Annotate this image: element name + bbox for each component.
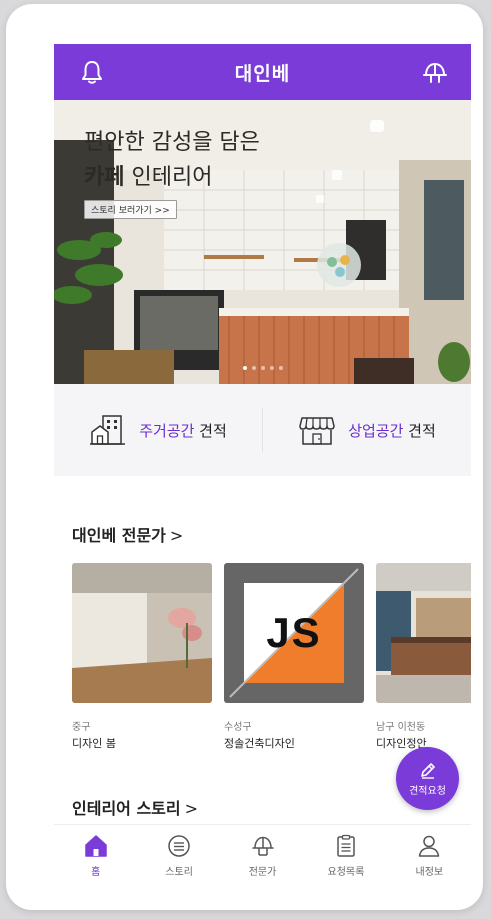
- carousel-dot[interactable]: [269, 366, 274, 370]
- room-photo: [72, 563, 212, 703]
- hero-banner[interactable]: 편안한 감성을 담은 카페 인테리어 스토리 보러가기 >>: [54, 100, 471, 384]
- storefront-icon: [299, 417, 335, 445]
- nav-experts[interactable]: 전문가: [221, 825, 304, 887]
- chevron-right-icon: >: [169, 526, 184, 545]
- expert-name: 정솔건축디자인: [224, 737, 295, 750]
- commercial-quote-button[interactable]: 상업공간 견적: [263, 384, 471, 476]
- nav-requests[interactable]: 요청목록: [304, 825, 387, 887]
- carousel-dot[interactable]: [242, 366, 247, 370]
- pencil-icon: [420, 763, 435, 779]
- bell-icon[interactable]: [78, 58, 106, 86]
- commercial-quote-rest: 견적: [403, 421, 436, 440]
- expert-card[interactable]: 남구 이천동 디자인정안: [376, 563, 471, 751]
- house-building-icon: [90, 415, 126, 445]
- banner-line2: 카페 인테리어: [84, 160, 260, 195]
- clipboard-icon: [337, 834, 355, 857]
- commercial-quote-label: 상업공간 견적: [348, 420, 436, 441]
- expert-area: 남구 이천동: [376, 722, 426, 733]
- commercial-quote-accent: 상업공간: [348, 421, 404, 440]
- bottom-nav: 홈 스토리 전문가 요청목록 내정보: [54, 824, 471, 887]
- js-logo-text: JS: [266, 609, 322, 656]
- app-screen: 대인베 편안한 감성을 담은 카페 인테리어 스토리 보러가기 >> 주거공간 …: [54, 44, 471, 887]
- carousel-dot[interactable]: [260, 366, 265, 370]
- reception-photo: [376, 563, 471, 703]
- carousel-dot[interactable]: [278, 366, 283, 370]
- nav-label: 내정보: [415, 867, 444, 878]
- expert-thumbnail: [376, 563, 471, 703]
- experts-carousel[interactable]: 중구 디자인 봄 JS 수성구 정솔건축디자인 남구 이천동 디자인정안: [72, 563, 471, 763]
- helmet-icon: [251, 836, 274, 856]
- expert-thumbnail: [72, 563, 212, 703]
- residential-quote-rest: 견적: [194, 421, 227, 440]
- residential-quote-accent: 주거공간: [139, 421, 195, 440]
- quote-section: 주거공간 견적 상업공간 견적: [54, 384, 471, 476]
- expert-area: 수성구: [224, 722, 252, 733]
- nav-label: 홈: [91, 867, 101, 878]
- app-header: 대인베: [54, 44, 471, 100]
- banner-story-link[interactable]: 스토리 보러가기 >>: [84, 200, 177, 219]
- expert-card[interactable]: JS 수성구 정솔건축디자인: [224, 563, 364, 751]
- experts-title-text: 대인베 전문가: [72, 526, 166, 545]
- expert-area: 중구: [72, 722, 91, 733]
- carousel-dot[interactable]: [251, 366, 256, 370]
- person-icon: [419, 835, 440, 857]
- experts-section-title[interactable]: 대인베 전문가 >: [72, 522, 183, 546]
- device-frame: 대인베 편안한 감성을 담은 카페 인테리어 스토리 보러가기 >> 주거공간 …: [6, 4, 483, 910]
- nav-profile[interactable]: 내정보: [388, 825, 471, 887]
- list-circle-icon: [168, 835, 190, 857]
- residential-quote-label: 주거공간 견적: [139, 420, 227, 441]
- request-quote-fab[interactable]: 견적요청: [396, 747, 459, 810]
- banner-line2-bold: 카페: [84, 164, 125, 190]
- chevron-right-icon: >: [184, 799, 199, 818]
- fab-label: 견적요청: [409, 786, 446, 797]
- helmet-icon[interactable]: [421, 58, 449, 86]
- nav-story[interactable]: 스토리: [137, 825, 220, 887]
- expert-name: 디자인 봄: [72, 737, 116, 750]
- home-icon: [84, 835, 107, 857]
- nav-label: 스토리: [165, 867, 193, 878]
- carousel-dots: [54, 366, 471, 370]
- expert-thumbnail: JS: [224, 563, 364, 703]
- nav-label: 전문가: [248, 867, 277, 878]
- banner-line2-rest: 인테리어: [124, 165, 213, 190]
- story-title-text: 인테리어 스토리: [72, 799, 181, 818]
- expert-card[interactable]: 중구 디자인 봄: [72, 563, 212, 751]
- nav-label: 요청목록: [327, 867, 365, 878]
- nav-home[interactable]: 홈: [54, 825, 137, 887]
- app-title: 대인베: [234, 62, 291, 85]
- banner-line1: 편안한 감성을 담은: [84, 130, 260, 155]
- residential-quote-button[interactable]: 주거공간 견적: [54, 384, 262, 476]
- story-section-title[interactable]: 인테리어 스토리 >: [72, 795, 198, 819]
- banner-headline: 편안한 감성을 담은 카페 인테리어: [84, 126, 260, 195]
